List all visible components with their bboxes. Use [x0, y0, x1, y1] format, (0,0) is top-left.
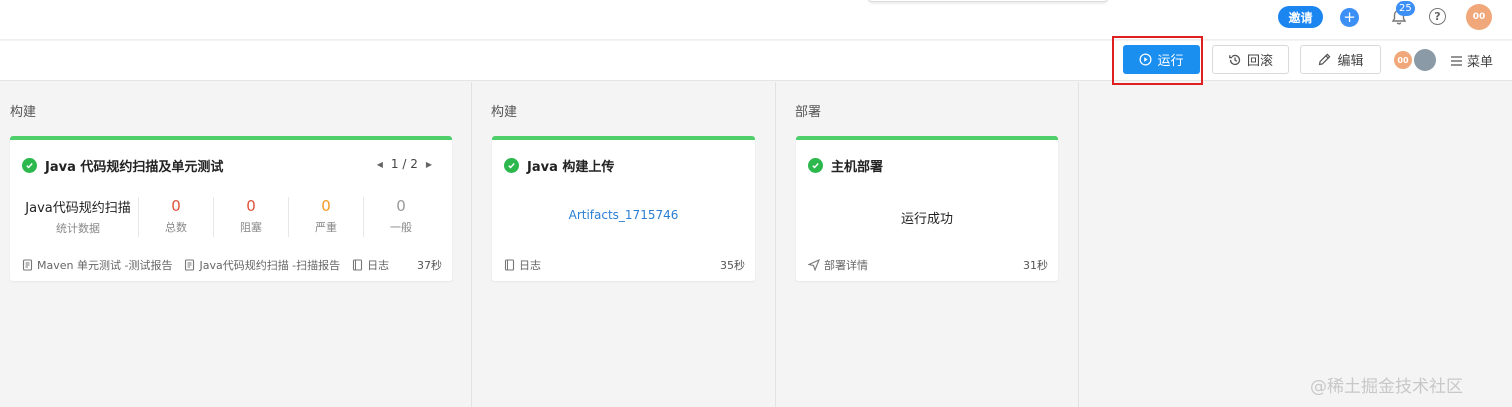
rollback-button-label: 回滚: [1246, 54, 1273, 69]
document-icon: [184, 259, 195, 271]
history-icon: [1228, 53, 1242, 67]
menu-button[interactable]: 菜单: [1450, 51, 1493, 70]
stat-value: 0: [396, 197, 406, 215]
log-icon: [504, 259, 515, 271]
job-card-header: Java 代码规约扫描及单元测试: [22, 156, 223, 175]
stat-label: 一般: [390, 221, 412, 234]
stat-blocker: 0 阻塞: [213, 197, 288, 237]
stage-divider: [471, 82, 472, 407]
notification-badge: 25: [1396, 1, 1415, 16]
job-card-code-scan[interactable]: Java 代码规约扫描及单元测试 ◀ 1 / 2 ▶ Java代码规约扫描 统计…: [10, 136, 452, 281]
job-card-host-deploy[interactable]: 主机部署 运行成功 部署详情 31秒: [796, 136, 1058, 281]
job-duration: 31秒: [1023, 259, 1048, 272]
menu-label: 菜单: [1467, 55, 1494, 70]
stat-total: 0 总数: [138, 197, 213, 237]
log-link[interactable]: 日志: [504, 257, 541, 273]
job-pager: ◀ 1 / 2 ▶: [377, 157, 432, 171]
stat-normal: 0 一般: [363, 197, 438, 237]
job-card-build-upload[interactable]: Java 构建上传 Artifacts_1715746 日志 35秒: [492, 136, 755, 281]
stage-title-deploy: 部署: [795, 105, 822, 120]
member-avatar[interactable]: 00: [1392, 49, 1414, 71]
edit-button[interactable]: 编辑: [1300, 45, 1381, 74]
job-name: 主机部署: [831, 160, 884, 175]
log-label: 日志: [519, 259, 541, 272]
stats-title: Java代码规约扫描: [25, 201, 131, 216]
success-check-icon: [504, 158, 519, 173]
user-avatar[interactable]: 00: [1466, 4, 1492, 30]
edit-button-label: 编辑: [1337, 54, 1364, 69]
invite-button[interactable]: 邀请: [1278, 6, 1323, 28]
test-report-label: Maven 单元测试 -测试报告: [37, 259, 173, 272]
success-check-icon: [808, 158, 823, 173]
stat-label: 严重: [315, 221, 337, 234]
deploy-detail-link[interactable]: 部署详情: [808, 257, 868, 273]
stat-label: 阻塞: [240, 221, 262, 234]
job-card-footer: 日志 35秒: [504, 257, 745, 273]
popover-edge: [868, 0, 1108, 2]
scan-report-label: Java代码规约扫描 -扫描报告: [199, 259, 341, 272]
stat-label: 总数: [165, 221, 187, 234]
stat-value: 0: [171, 197, 181, 215]
artifact-link[interactable]: Artifacts_1715746: [492, 208, 755, 222]
stats-label: Java代码规约扫描 统计数据: [18, 197, 138, 237]
job-card-footer: Maven 单元测试 -测试报告 Java代码规约扫描 -扫描报告 日志 37秒: [22, 257, 442, 273]
job-card-header: 主机部署: [808, 156, 883, 175]
job-name: Java 构建上传: [527, 160, 615, 175]
stat-critical: 0 严重: [288, 197, 363, 237]
help-icon[interactable]: ?: [1429, 8, 1446, 25]
log-label: 日志: [367, 259, 390, 272]
job-card-header: Java 构建上传: [504, 156, 614, 175]
job-name: Java 代码规约扫描及单元测试: [45, 160, 224, 175]
rollback-button[interactable]: 回滚: [1212, 45, 1289, 74]
stat-value: 0: [246, 197, 256, 215]
stage-divider: [1078, 82, 1079, 407]
scan-report-link[interactable]: Java代码规约扫描 -扫描报告: [184, 257, 340, 273]
watermark: @稀土掘金技术社区: [1310, 377, 1463, 397]
member-avatar-photo[interactable]: [1414, 49, 1436, 71]
test-report-link[interactable]: Maven 单元测试 -测试报告: [22, 257, 172, 273]
job-card-footer: 部署详情 31秒: [808, 257, 1048, 273]
next-page-icon[interactable]: ▶: [426, 160, 432, 169]
scan-stats: Java代码规约扫描 统计数据 0 总数 0 阻塞 0 严重 0 一般: [18, 197, 438, 237]
pager-text: 1 / 2: [390, 157, 418, 171]
run-status: 运行成功: [900, 212, 953, 227]
job-duration: 35秒: [720, 259, 745, 272]
document-icon: [22, 259, 33, 271]
hamburger-icon: [1450, 55, 1463, 67]
run-highlight-box: [1112, 36, 1203, 85]
job-duration: 37秒: [417, 259, 442, 272]
add-button[interactable]: +: [1340, 8, 1359, 27]
send-icon: [808, 259, 820, 271]
deploy-detail-label: 部署详情: [824, 259, 868, 272]
stage-divider: [775, 82, 776, 407]
log-icon: [352, 259, 363, 271]
pencil-icon: [1317, 52, 1332, 67]
success-check-icon: [22, 158, 37, 173]
prev-page-icon[interactable]: ◀: [377, 160, 383, 169]
log-link[interactable]: 日志: [352, 257, 389, 273]
stat-value: 0: [321, 197, 331, 215]
stage-title-build-2: 构建: [491, 105, 518, 120]
stage-title-build: 构建: [10, 105, 37, 120]
stats-subtitle: 统计数据: [56, 222, 100, 235]
